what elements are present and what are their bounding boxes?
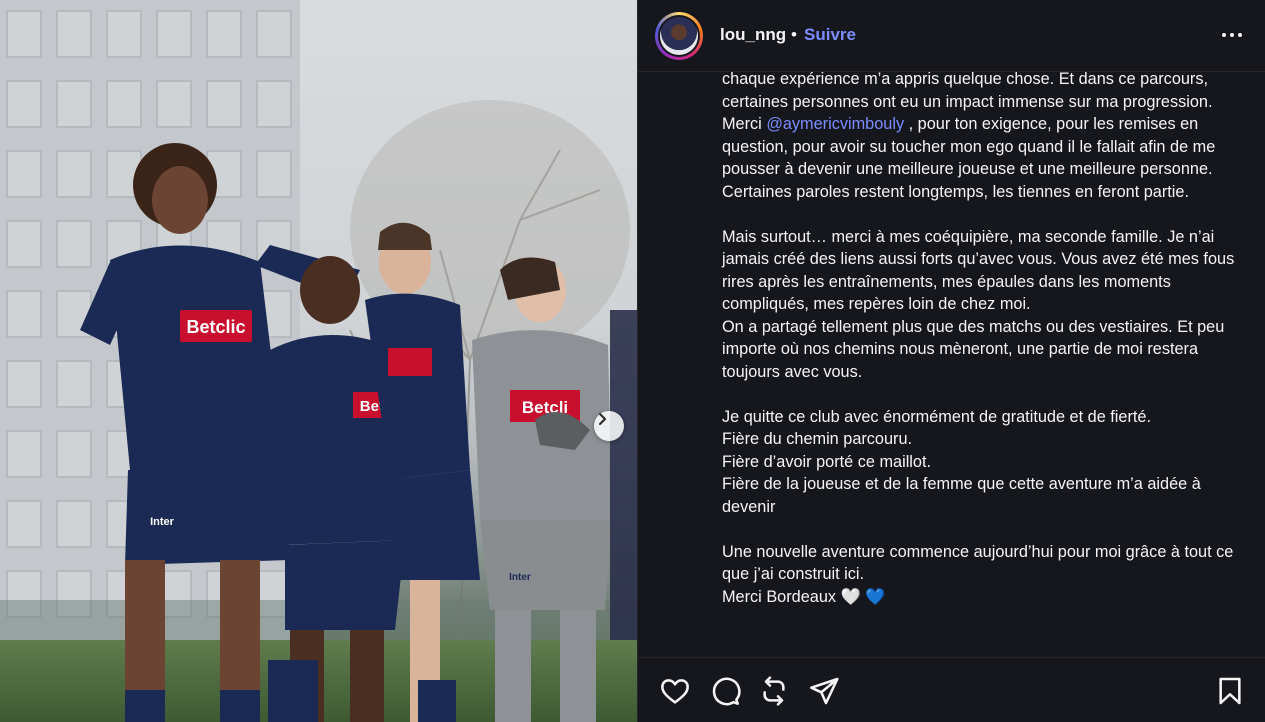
profile-avatar — [660, 17, 698, 55]
like-button[interactable] — [659, 675, 691, 707]
more-options-button[interactable] — [1218, 29, 1246, 41]
caption-paragraph: Fière d’avoir porté ce maillot. — [722, 452, 932, 471]
share-button[interactable] — [808, 675, 840, 707]
svg-text:Inter: Inter — [509, 572, 531, 583]
follow-button[interactable]: Suivre — [804, 25, 856, 45]
username-link[interactable]: lou_nng — [720, 25, 786, 45]
chevron-right-icon — [599, 413, 606, 425]
svg-text:Betclic: Betclic — [186, 317, 245, 337]
caption-paragraph: On a partagé tellement plus que des matc… — [722, 317, 1229, 381]
caption-paragraph: chaque expérience m’a appris quelque cho… — [722, 72, 1213, 111]
post-header: lou_nng • Suivre — [638, 0, 1265, 72]
action-bar — [638, 657, 1265, 722]
story-ring[interactable] — [655, 12, 703, 60]
caption-paragraph: Merci Bordeaux 🤍 💙 — [722, 587, 886, 606]
bookmark-icon — [1219, 677, 1241, 705]
more-icon — [1222, 33, 1226, 37]
comment-icon — [712, 677, 741, 706]
caption-paragraph: Merci @aymericvimbouly , pour ton exigen… — [722, 115, 1220, 201]
repost-icon — [763, 676, 785, 706]
caption-paragraph: Fière de la joueuse et de la femme que c… — [722, 475, 1206, 516]
send-icon — [810, 677, 839, 705]
separator-dot: • — [791, 25, 797, 44]
mention-link[interactable]: @aymericvimbouly — [766, 115, 904, 133]
caption-paragraph: Mais surtout… merci à mes coéquipière, m… — [722, 227, 1239, 314]
repost-button[interactable] — [758, 675, 790, 707]
heart-icon — [661, 679, 689, 704]
post-image[interactable]: Betclic Inter Betc Betcli Inter — [0, 0, 637, 722]
caption-scroll-area[interactable]: chaque expérience m’a appris quelque cho… — [638, 72, 1265, 657]
save-button[interactable] — [1214, 675, 1246, 707]
comment-button[interactable] — [709, 675, 741, 707]
svg-text:Inter: Inter — [150, 516, 175, 528]
team-celebration-photo: Betclic Inter Betc Betcli Inter — [0, 0, 637, 722]
caption-paragraph: Une nouvelle aventure commence aujourd’h… — [722, 542, 1238, 584]
post-caption: chaque expérience m’a appris quelque cho… — [722, 72, 1242, 608]
caption-paragraph: Fière du chemin parcouru. — [722, 430, 913, 448]
next-image-button[interactable] — [594, 411, 624, 441]
caption-paragraph: Je quitte ce club avec énormément de gra… — [722, 407, 1151, 426]
post-details-panel: lou_nng • Suivre chaque expérience m’a a… — [637, 0, 1265, 722]
